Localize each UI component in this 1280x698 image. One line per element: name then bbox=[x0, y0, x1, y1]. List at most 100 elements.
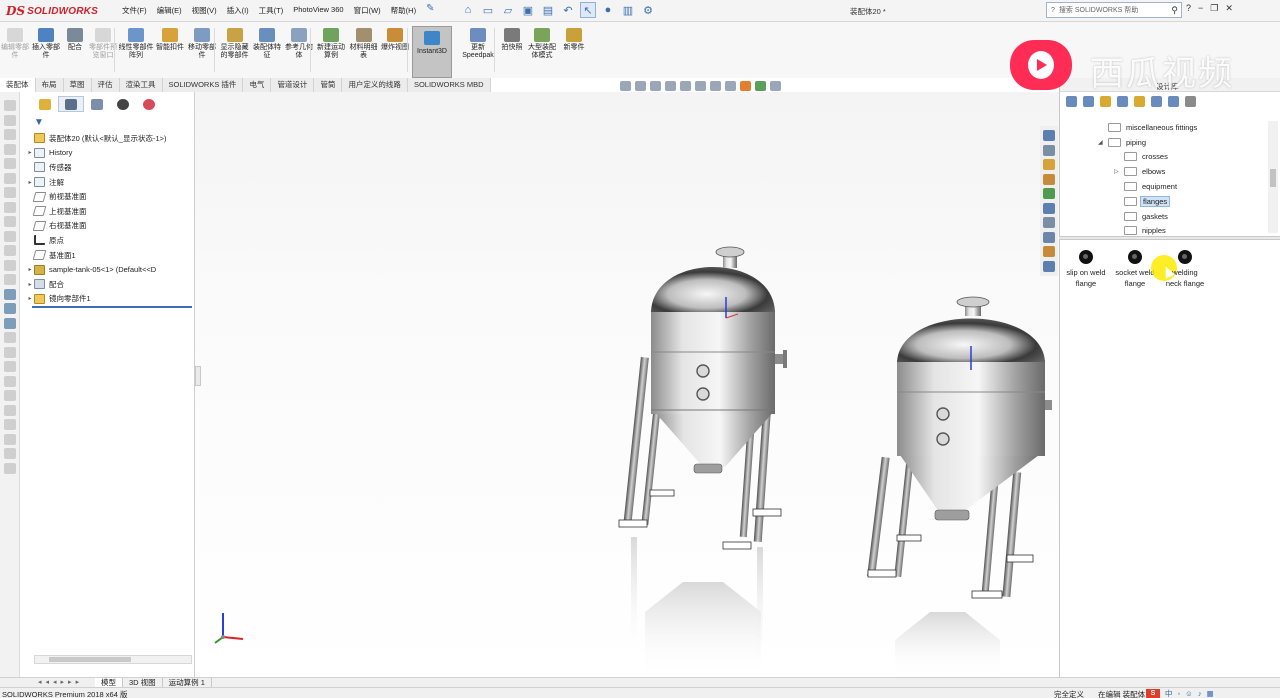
ribbon-button-4[interactable]: 线性零部件阵列 bbox=[118, 28, 154, 60]
tree-item[interactable]: 基准面1 bbox=[26, 248, 194, 263]
view-orientation-icon[interactable] bbox=[695, 81, 706, 91]
ribbon-button-16[interactable]: 新零件 bbox=[558, 28, 590, 52]
filter-icon[interactable]: ▼ bbox=[34, 117, 44, 128]
strip-tool-icon[interactable] bbox=[4, 216, 16, 227]
task-pane-tab-icon[interactable] bbox=[1043, 202, 1055, 214]
tab-solidworks-mbd[interactable]: SOLIDWORKS MBD bbox=[407, 78, 491, 92]
strip-tool-icon[interactable] bbox=[4, 433, 16, 445]
tab-configuration-manager[interactable] bbox=[84, 96, 110, 112]
ime-language[interactable]: 中 bbox=[1165, 688, 1173, 698]
folder-expand-icon[interactable]: ▷ bbox=[1114, 168, 1119, 175]
panel-collapse-handle[interactable] bbox=[195, 366, 201, 386]
open-icon[interactable]: ▱ bbox=[500, 2, 516, 18]
tab-evaluate[interactable]: 评估 bbox=[91, 78, 120, 92]
select-cursor-icon[interactable]: ↖ bbox=[580, 2, 596, 18]
strip-tool-icon[interactable] bbox=[4, 158, 16, 169]
scroll-thumb[interactable] bbox=[1270, 169, 1276, 187]
print-icon[interactable]: ▤ bbox=[540, 2, 556, 18]
strip-tool-icon[interactable] bbox=[4, 462, 16, 474]
undo-icon[interactable]: ↶ bbox=[560, 2, 576, 18]
task-pane-tab-icon[interactable] bbox=[1043, 217, 1055, 228]
library-vertical-scrollbar[interactable] bbox=[1268, 121, 1278, 233]
previous-view-icon[interactable] bbox=[650, 81, 661, 91]
ribbon-button-11[interactable]: 材料明细表 bbox=[347, 28, 380, 60]
strip-tool-icon[interactable] bbox=[4, 230, 16, 242]
display-style-icon[interactable] bbox=[710, 81, 721, 91]
forward-icon[interactable] bbox=[1083, 96, 1094, 107]
tree-root-assembly[interactable]: 装配体20 (默认<默认_显示状态-1>) bbox=[26, 131, 194, 146]
file-properties-icon[interactable]: ▥ bbox=[620, 2, 636, 18]
menu-help[interactable]: 帮助(H) bbox=[389, 5, 424, 16]
menu-photoview[interactable]: PhotoView 360 bbox=[291, 5, 351, 16]
graphics-area[interactable] bbox=[195, 92, 1059, 677]
expand-arrow-icon[interactable]: ▸ bbox=[26, 281, 34, 288]
tab-nav-arrows-icon[interactable]: ◂◂◂▸▸▸ bbox=[38, 678, 83, 686]
tab-layout[interactable]: 布局 bbox=[35, 78, 64, 92]
tank-assembly-model[interactable] bbox=[195, 92, 1059, 677]
tab-electrical[interactable]: 电气 bbox=[243, 78, 272, 92]
punctuation-icon[interactable]: ◦ bbox=[1178, 689, 1181, 698]
strip-tool-icon[interactable] bbox=[4, 361, 16, 372]
instant3d-button[interactable]: Instant3D bbox=[412, 26, 452, 78]
task-pane-splitter[interactable] bbox=[1059, 236, 1280, 240]
close-button[interactable]: ✕ bbox=[1225, 3, 1233, 14]
zoom-area-icon[interactable] bbox=[635, 81, 646, 91]
expand-arrow-icon[interactable]: ▸ bbox=[26, 266, 34, 273]
menu-tools[interactable]: 工具(T) bbox=[257, 5, 292, 16]
up-one-level-icon[interactable] bbox=[1168, 96, 1179, 107]
restore-button[interactable]: ❐ bbox=[1210, 3, 1218, 14]
task-pane-tab-icon[interactable] bbox=[1043, 159, 1055, 170]
library-folder-piping[interactable]: ◢ piping bbox=[1060, 135, 1270, 150]
strip-tool-icon[interactable] bbox=[4, 100, 16, 111]
strip-tool-icon[interactable] bbox=[4, 114, 16, 126]
tab-property-manager[interactable] bbox=[58, 96, 84, 112]
strip-tool-icon[interactable] bbox=[4, 317, 16, 329]
tab-3d-views[interactable]: 3D 视图 bbox=[123, 678, 163, 687]
tree-item[interactable]: 前视基准面 bbox=[26, 189, 194, 204]
help-icon[interactable]: ? bbox=[1186, 3, 1191, 14]
tab-dimxpert[interactable] bbox=[110, 96, 136, 112]
edit-appearance-icon[interactable] bbox=[740, 81, 751, 91]
expand-arrow-icon[interactable]: ▸ bbox=[26, 149, 34, 156]
strip-tool-icon[interactable] bbox=[4, 201, 16, 213]
ribbon-button-15[interactable]: 大型装配体模式 bbox=[526, 28, 558, 60]
expand-arrow-icon[interactable]: ▸ bbox=[26, 179, 34, 186]
microphone-icon[interactable]: ♪ bbox=[1198, 689, 1202, 698]
strip-tool-icon[interactable] bbox=[4, 346, 16, 358]
tab-user-defined-route[interactable]: 用户定义的线路 bbox=[342, 78, 408, 92]
ribbon-button-13[interactable]: 更新 Speedpak bbox=[458, 28, 498, 60]
strip-tool-icon[interactable] bbox=[4, 172, 16, 184]
tank-1[interactable] bbox=[618, 246, 787, 550]
folder-expand-icon[interactable]: ◢ bbox=[1098, 139, 1103, 146]
tab-assembly[interactable]: 装配体 bbox=[0, 78, 36, 92]
strip-tool-icon[interactable] bbox=[4, 448, 16, 459]
library-item-slip-on-weld-flange[interactable]: slip on weld flange bbox=[1060, 250, 1112, 289]
library-folder-miscellaneous-fittings[interactable]: miscellaneous fittings bbox=[1060, 120, 1270, 135]
ribbon-button-5[interactable]: 智能扣件 bbox=[154, 28, 186, 52]
tank-2[interactable] bbox=[867, 296, 1052, 599]
task-pane-tab-icon[interactable] bbox=[1043, 188, 1055, 199]
scroll-thumb[interactable] bbox=[49, 657, 131, 662]
library-folder-equipment[interactable]: equipment bbox=[1060, 179, 1270, 194]
strip-tool-icon[interactable] bbox=[4, 390, 16, 401]
library-folder-elbows[interactable]: ▷ elbows bbox=[1060, 164, 1270, 179]
tab-display-manager[interactable] bbox=[136, 96, 162, 112]
task-pane-tab-icon[interactable] bbox=[1043, 130, 1055, 141]
task-pane-tab-icon[interactable] bbox=[1043, 144, 1055, 156]
task-pane-tab-icon[interactable] bbox=[1043, 260, 1055, 272]
tree-item[interactable]: 原点 bbox=[26, 233, 194, 248]
save-icon[interactable]: ▣ bbox=[520, 2, 536, 18]
ribbon-button-0[interactable]: 编辑零部件 bbox=[0, 28, 30, 60]
home-icon[interactable]: ⌂ bbox=[460, 2, 476, 18]
pin-icon[interactable] bbox=[1185, 96, 1196, 107]
apply-scene-icon[interactable] bbox=[755, 81, 766, 91]
dynamic-annotation-icon[interactable] bbox=[680, 81, 691, 91]
ribbon-button-10[interactable]: 新建运动算例 bbox=[315, 28, 347, 60]
keyboard-icon[interactable]: ▦ bbox=[1207, 689, 1214, 698]
strip-tool-icon[interactable] bbox=[4, 375, 16, 387]
ribbon-button-14[interactable]: 拍快照 bbox=[498, 28, 526, 52]
menu-window[interactable]: 窗口(W) bbox=[352, 5, 389, 16]
sogou-ime-icon[interactable]: S bbox=[1146, 688, 1160, 698]
tree-item[interactable]: ▸ 配合 bbox=[26, 277, 194, 292]
strip-tool-icon[interactable] bbox=[4, 404, 16, 416]
